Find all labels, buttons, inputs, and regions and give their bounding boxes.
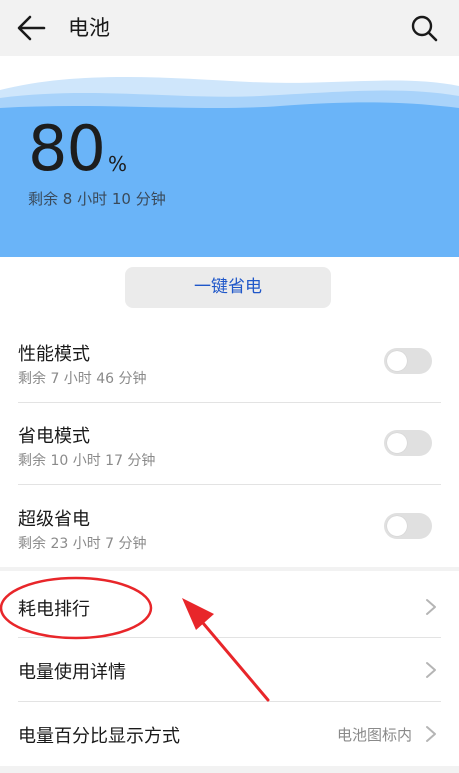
red-arrow-icon [182, 598, 270, 702]
highlight-ellipse [0, 576, 153, 640]
red-annotation-overlay [0, 576, 270, 702]
